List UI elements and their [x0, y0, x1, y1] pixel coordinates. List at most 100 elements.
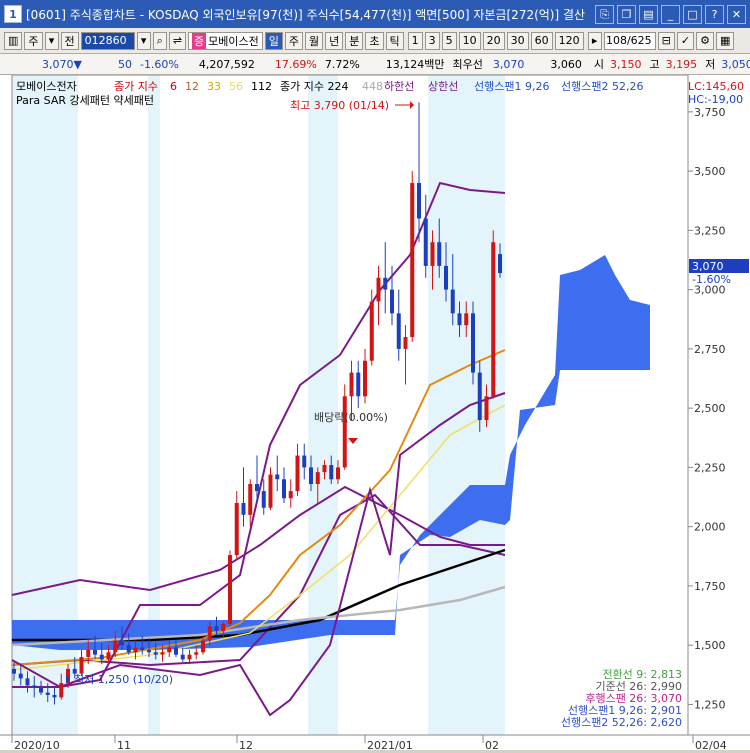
legend-ma-label: 종가 지수: [114, 80, 158, 93]
zoom-out-icon[interactable]: ⊟: [657, 31, 675, 50]
dropdown-icon[interactable]: ▾: [44, 31, 59, 50]
candle-body: [147, 649, 151, 653]
quote-volume-ratio: 17.69%: [274, 57, 317, 71]
range-button[interactable]: 120: [554, 31, 584, 50]
candle-body: [295, 455, 300, 492]
max-annotation: 최고 3,790 (01/14): [290, 99, 389, 112]
candle-body: [113, 640, 118, 653]
period-button[interactable]: 주: [284, 31, 304, 50]
type-select[interactable]: 주: [24, 31, 43, 50]
period-button[interactable]: 년: [325, 31, 344, 50]
stock-name: 모베이스전: [208, 34, 259, 48]
candle-body: [174, 647, 178, 655]
candle-body: [126, 645, 131, 653]
range-button[interactable]: 5: [441, 31, 457, 50]
candle-body: [248, 484, 253, 515]
range-button[interactable]: 20: [482, 31, 505, 50]
mode-button[interactable]: 전: [60, 31, 79, 50]
candle-body: [120, 640, 124, 646]
period-button[interactable]: 분: [345, 31, 364, 50]
candle-body: [93, 649, 97, 655]
close-icon[interactable]: ✕: [727, 5, 746, 24]
range-buttons: 1 3 5 10 20 30 60 120: [407, 31, 584, 50]
window-title: [0601] 주식종합차트 - KOSDAQ 외국인보유[97(천)] 주식수[…: [26, 7, 586, 22]
candle-body: [464, 313, 469, 326]
range-button[interactable]: 1: [407, 31, 423, 50]
ichimoku-value-label: 선행스팬2 52,26: 2,620: [561, 716, 682, 729]
candle-body: [282, 479, 286, 499]
candle-body: [410, 182, 415, 338]
quote-high: 3,195: [665, 57, 698, 71]
maximize-icon[interactable]: □: [683, 5, 702, 24]
y-tick-label: 2,750: [694, 343, 726, 356]
candle-body: [241, 502, 246, 515]
chart-area[interactable]: 1,250 1,500 1,750 2,000 2,250 2,500 2,750 3,000…: [0, 74, 750, 752]
candle-body: [315, 472, 320, 484]
restore-icon[interactable]: ❐: [617, 5, 636, 24]
legend-ma-period: 33: [207, 80, 221, 93]
candle-body: [498, 254, 502, 274]
stock-code-input[interactable]: 012860: [80, 31, 135, 50]
link-icon[interactable]: ⎘: [595, 5, 614, 24]
range-button[interactable]: 10: [458, 31, 481, 50]
period-button[interactable]: 초: [365, 31, 384, 50]
period-button[interactable]: 일: [264, 31, 283, 50]
candle-body: [288, 491, 293, 499]
period-button[interactable]: 월: [305, 31, 324, 50]
current-pct-tag: -1.60%: [692, 273, 731, 286]
legend-ma-period: 6: [170, 80, 177, 93]
link-chart-icon[interactable]: ⇌: [168, 31, 187, 50]
quote-pref-label: 최우선: [452, 58, 483, 71]
x-tick-label: 11: [117, 739, 131, 750]
candle-body: [106, 652, 111, 660]
candle-body: [18, 673, 23, 679]
legend-span1: 선행스팬1 9,26: [474, 80, 549, 93]
x-tick-label: 12: [239, 739, 253, 750]
x-tick-label: 2021/01: [367, 739, 413, 750]
help-icon[interactable]: ?: [705, 5, 724, 24]
candle-body: [369, 301, 374, 361]
price-chart[interactable]: 1,2501,5001,7502,0002,2502,5002,7503,000…: [0, 74, 750, 752]
candle-body: [336, 467, 340, 480]
search-icon[interactable]: ⌕: [152, 31, 167, 50]
range-button[interactable]: 30: [506, 31, 529, 50]
chart-toolbar: ▥ 주 ▾ 전 012860 ▾ ⌕ ⇌ 증 모베이스전 일주월년분초틱 1351…: [0, 28, 750, 54]
candle-body: [342, 396, 347, 468]
x-tick-label: 02/04: [695, 739, 727, 750]
legend-stock: 모베이스전자: [16, 80, 77, 93]
period-button[interactable]: 틱: [385, 31, 404, 50]
stock-name-field: 증 모베이스전: [188, 31, 263, 50]
quote-turnover: 7.72%: [324, 57, 360, 71]
candle-body: [268, 474, 273, 508]
save-icon[interactable]: ▤: [639, 5, 658, 24]
settings-icon[interactable]: ⚙: [696, 31, 714, 50]
candle-body: [383, 277, 388, 290]
y-tick-label: 1,250: [694, 698, 726, 711]
tools-icon[interactable]: ✓: [676, 31, 695, 50]
grid-icon[interactable]: ▦: [715, 31, 735, 50]
stock-badge: 증: [192, 32, 207, 49]
candle-body: [12, 668, 16, 674]
legend-ma-period: 56: [229, 80, 243, 93]
window-number: 1: [4, 5, 22, 23]
quote-price: 3,070: [42, 57, 74, 71]
code-dropdown-icon[interactable]: ▾: [136, 31, 151, 50]
legend-bb-high: 상한선: [428, 80, 458, 93]
next-icon[interactable]: ▸: [587, 31, 602, 50]
max-arrow-head: [410, 101, 414, 109]
candle-body: [302, 455, 307, 468]
candle-body: [214, 626, 219, 631]
layout-icon[interactable]: ▥: [4, 31, 23, 50]
candle-body: [457, 313, 462, 326]
candle-body: [356, 372, 361, 397]
window-titlebar: 1 [0601] 주식종합차트 - KOSDAQ 외국인보유[97(천)] 주식…: [0, 0, 750, 28]
minimize-icon[interactable]: _: [661, 5, 680, 24]
range-button[interactable]: 60: [530, 31, 553, 50]
legend-ma-period: 112: [251, 80, 272, 93]
dividend-marker: [348, 438, 358, 444]
range-button[interactable]: 3: [424, 31, 440, 50]
candle-body: [194, 652, 199, 655]
candle-body: [86, 649, 91, 658]
highlight-band: [428, 75, 505, 735]
y-tick-label: 2,500: [694, 402, 726, 415]
